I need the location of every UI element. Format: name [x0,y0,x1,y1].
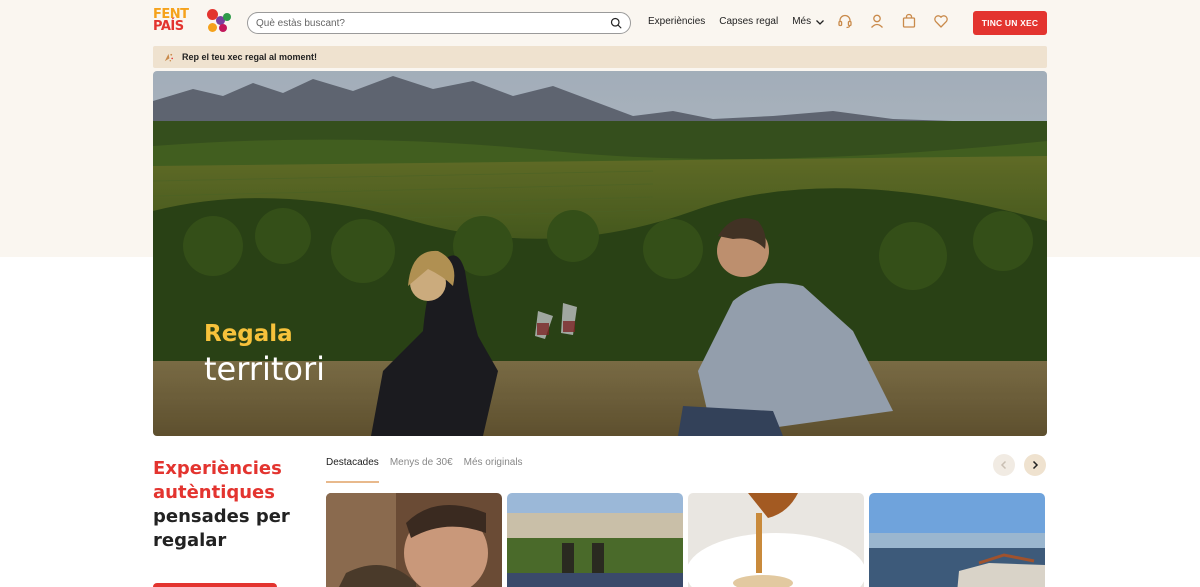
hero-title-line-2: territori [204,350,326,388]
carousel-next-button[interactable] [1024,454,1046,476]
experience-card[interactable] [688,493,864,587]
experience-card[interactable] [507,493,683,587]
logo-wordmark: FENT PAÍS [153,8,201,34]
chevron-right-icon [1032,460,1039,470]
nav-mes-dropdown[interactable]: Més [792,16,825,27]
nav-capses-regal[interactable]: Capses regal [719,16,778,27]
header-icons [837,13,949,29]
logo-line-2: PAÍS [153,19,184,34]
tab-menys-de-30[interactable]: Menys de 30€ [390,457,453,483]
tab-destacades[interactable]: Destacades [326,457,379,483]
tagline-line-2: autèntiques [153,482,275,503]
experience-cards [326,493,1045,587]
experience-card-image [688,493,864,587]
nav-label: Capses regal [719,16,779,27]
chevron-left-icon [1000,460,1007,470]
experience-card-image [507,493,683,587]
experience-tabs: Destacades Menys de 30€ Més originals [326,457,523,483]
search-bar [247,12,631,34]
logo-dot [208,23,217,32]
bag-icon[interactable] [901,13,917,29]
tagline-line-4: regalar [153,530,227,551]
experience-card-image [869,493,1045,587]
tab-mes-originals[interactable]: Més originals [464,457,523,483]
experience-card[interactable] [869,493,1045,587]
headset-icon[interactable] [837,13,853,29]
nav-label: Experiències [648,16,706,27]
tinc-un-xec-button[interactable]: TINC UN XEC [973,11,1047,35]
nav-label: Més [792,16,812,27]
tagline-line-1: Experiències [153,458,282,479]
gift-icon [164,53,173,61]
hero-title-line-1: Regala [204,321,293,347]
section-tagline: Experiències autèntiques pensades per re… [153,457,313,553]
search-input[interactable] [256,17,610,29]
tagline-line-3: pensades per [153,506,290,527]
experience-card-image [326,493,502,587]
search-icon[interactable] [610,17,622,29]
section-cta-button[interactable] [153,583,277,587]
chevron-down-icon [816,19,825,25]
promo-text: Rep el teu xec regal al moment! [182,52,318,62]
main-nav: Experiències Capses regal Més [648,16,825,27]
logo-dot [223,13,231,21]
user-icon[interactable] [869,13,885,29]
logo[interactable]: FENT PAÍS [153,7,233,39]
nav-experiencies[interactable]: Experiències [648,16,705,27]
hero-banner[interactable]: Regala territori [153,71,1047,436]
heart-icon[interactable] [933,13,949,29]
logo-dot [219,24,227,32]
carousel-prev-button[interactable] [993,454,1015,476]
promo-banner[interactable]: Rep el teu xec regal al moment! [153,46,1047,68]
site-header: FENT PAÍS Experiències Capses regal Més [153,6,1047,40]
hero-title: Regala territori [204,319,325,389]
experience-card[interactable] [326,493,502,587]
